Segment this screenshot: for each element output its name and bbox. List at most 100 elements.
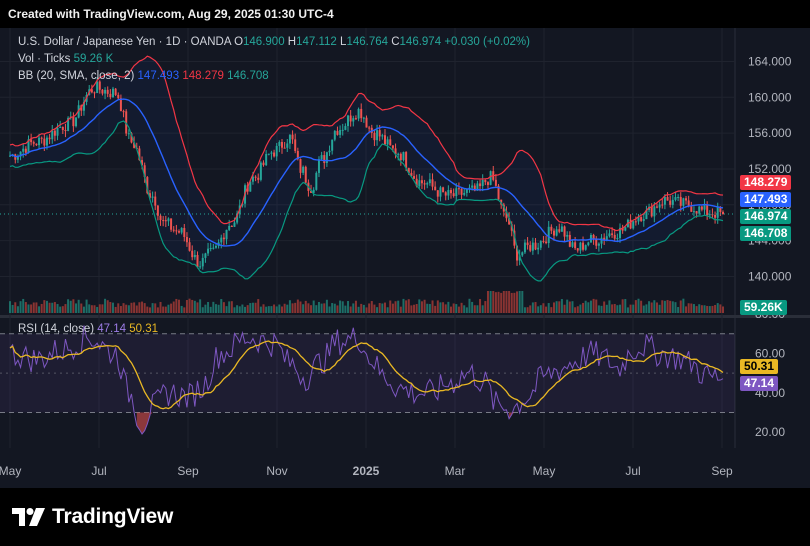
bb-basis-price-tag: 147.493: [740, 192, 792, 207]
volume-bar: [682, 298, 685, 313]
candle-body: [521, 252, 524, 256]
candle-body: [436, 190, 439, 197]
candle-body: [262, 162, 265, 166]
volume-bar: [333, 303, 336, 313]
candle-body: [56, 127, 59, 136]
volume-bar: [508, 291, 511, 313]
volume-bar: [32, 302, 35, 313]
candle-body: [624, 227, 627, 231]
candle-body: [111, 88, 114, 98]
volume-bar: [595, 299, 598, 313]
candle-body: [632, 221, 635, 229]
volume-bar: [325, 299, 328, 313]
volume-bar: [587, 302, 590, 313]
volume-bar: [679, 300, 682, 313]
tradingview-logo[interactable]: TradingView: [12, 505, 173, 529]
volume-bar: [101, 304, 104, 313]
volume-bar: [133, 302, 136, 313]
volume-bar: [45, 300, 48, 313]
volume-bar: [349, 306, 352, 313]
volume-bar: [127, 305, 130, 313]
volume-bar: [370, 301, 373, 313]
candle-body: [48, 137, 51, 140]
chart-area[interactable]: 164.000160.000156.000152.000148.000144.0…: [0, 28, 810, 488]
legend-bb-upper: 148.279: [182, 70, 224, 82]
volume-bar: [658, 304, 661, 313]
candle-body: [38, 137, 41, 146]
candle-body: [373, 132, 376, 141]
candle-body: [547, 226, 550, 244]
candle-body: [442, 187, 445, 193]
candle-body: [254, 176, 257, 178]
volume-bar: [534, 302, 537, 313]
volume-bar: [259, 306, 262, 313]
candle-body: [288, 134, 291, 144]
volume-bar: [53, 302, 56, 313]
candle-body: [222, 237, 225, 240]
volume-bar: [552, 302, 555, 313]
volume-bar: [178, 299, 181, 313]
volume-bar: [244, 306, 247, 313]
volume-bar: [151, 303, 154, 313]
candle-body: [72, 116, 75, 127]
volume-bar: [233, 307, 236, 313]
volume-bar: [619, 304, 622, 313]
volume-bar: [30, 304, 33, 313]
candle-body: [167, 218, 170, 222]
candle-body: [278, 142, 281, 146]
volume-bar: [568, 301, 571, 313]
volume-bar: [373, 304, 376, 313]
volume-bar: [516, 291, 519, 313]
volume-bar: [566, 299, 569, 313]
volume-bar: [579, 304, 582, 313]
volume-bar: [336, 305, 339, 313]
candle-body: [294, 139, 297, 151]
volume-bar: [288, 300, 291, 313]
candle-body: [164, 220, 167, 222]
volume-bar: [104, 298, 107, 313]
volume-bar: [56, 304, 59, 313]
candle-body: [455, 188, 458, 197]
price-tick-label: 152.000: [748, 162, 792, 176]
volume-bar: [201, 307, 204, 313]
candle-body: [75, 117, 78, 127]
candle-body: [106, 89, 109, 94]
bb-lower-price-tag: 146.708: [740, 226, 792, 241]
chart-svg[interactable]: 164.000160.000156.000152.000148.000144.0…: [0, 28, 810, 488]
volume-bar: [650, 302, 653, 313]
volume-bar: [550, 307, 553, 313]
volume-bar: [317, 301, 320, 313]
volume-bar: [410, 305, 413, 313]
volume-bar: [407, 299, 410, 313]
volume-bar: [391, 303, 394, 313]
volume-bar: [698, 304, 701, 313]
price-tick-label: 156.000: [748, 126, 792, 140]
time-tick-label: Jul: [625, 464, 640, 478]
volume-bar: [24, 302, 27, 313]
volume-bar: [238, 306, 241, 313]
volume-bar: [513, 292, 516, 313]
volume-bar: [383, 302, 386, 313]
volume-bar: [640, 300, 643, 313]
candle-body: [423, 183, 426, 185]
candle-body: [389, 139, 392, 146]
legend-bb-row: BB (20, SMA, close, 2) 147.493 148.279 1…: [18, 70, 269, 82]
time-tick-label: Sep: [177, 464, 199, 478]
candle-body: [666, 196, 669, 201]
candle-body: [251, 176, 254, 182]
volume-bar: [323, 303, 326, 313]
volume-bar: [251, 302, 254, 313]
volume-bar: [368, 303, 371, 313]
candle-body: [257, 177, 260, 180]
volume-bar: [444, 304, 447, 313]
candle-body: [315, 172, 318, 190]
volume-bar: [642, 305, 645, 313]
volume-bar: [523, 307, 526, 313]
volume-bar: [402, 298, 405, 313]
volume-bar: [592, 298, 595, 313]
volume-bar: [510, 292, 513, 313]
candle-body: [484, 179, 487, 183]
candle-body: [534, 242, 537, 250]
candle-body: [571, 242, 574, 247]
candle-body: [481, 179, 484, 187]
